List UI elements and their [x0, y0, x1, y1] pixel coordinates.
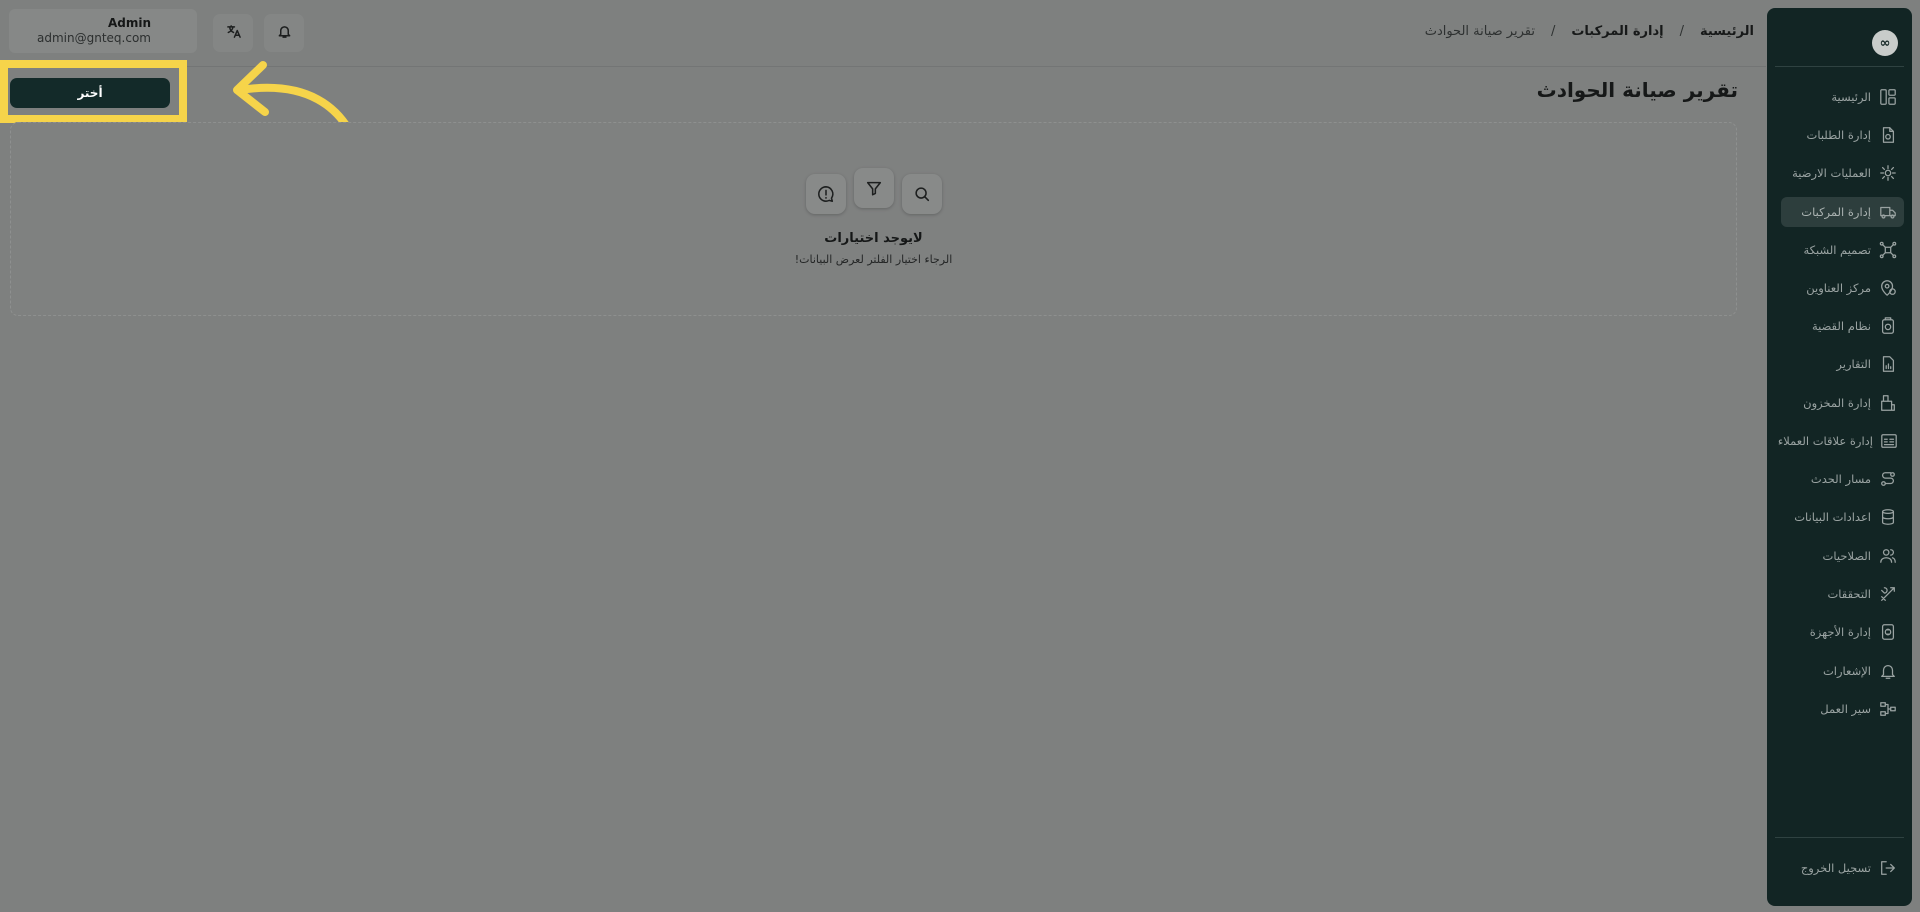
language-button[interactable] [213, 14, 253, 52]
address-pin-icon [1878, 278, 1898, 298]
breadcrumb-separator: / [1550, 24, 1556, 39]
logo-icon[interactable]: ∞ [1872, 30, 1898, 56]
sidebar-item-label: إدارة علاقات العملاء [1777, 434, 1873, 448]
truck-icon [1878, 202, 1898, 222]
sidebar-item-label: تصميم الشبكة [1803, 243, 1871, 257]
sidebar-item-label: اعدادات البيانات [1794, 510, 1871, 524]
sidebar-item-label: الرئيسية [1831, 90, 1871, 104]
breadcrumb: الرئيسية / إدارة المركبات / تقرير صيانة … [1425, 24, 1754, 39]
logout-icon [1878, 858, 1898, 878]
user-menu[interactable]: Admin admin@gnteq.com [9, 9, 197, 53]
inventory-icon [1878, 393, 1898, 413]
sidebar-item-label: العمليات الارضية [1792, 166, 1871, 180]
sidebar-item-label: الصلاحيات [1822, 549, 1871, 563]
sidebar-item-crm[interactable]: إدارة علاقات العملاء [1777, 426, 1904, 456]
sidebar-item-verifications[interactable]: التحققات [1781, 579, 1904, 609]
sidebar-item-label: مسار الحدث [1810, 472, 1871, 486]
sidebar-item-permissions[interactable]: الصلاحيات [1781, 541, 1904, 571]
breadcrumb-separator: / [1679, 24, 1684, 39]
sidebar-divider [1775, 837, 1904, 838]
filter-icon [854, 168, 894, 208]
breadcrumb-vehicles[interactable]: إدارة المركبات [1571, 24, 1663, 39]
message-alert-icon [806, 174, 846, 214]
device-icon [1878, 622, 1898, 642]
sidebar-item-label: إدارة المركبات [1801, 205, 1871, 219]
sidebar-item-devices[interactable]: إدارة الأجهزة [1781, 617, 1904, 647]
sidebar-item-case-system[interactable]: نظام القضية [1781, 311, 1904, 341]
crm-icon [1880, 431, 1898, 451]
sidebar-item-label: إدارة الطلبات [1806, 128, 1872, 142]
case-icon [1878, 316, 1898, 336]
sidebar-item-vehicles[interactable]: إدارة المركبات [1781, 197, 1904, 227]
sidebar-item-label: التقارير [1836, 357, 1871, 371]
sidebar-item-network[interactable]: تصميم الشبكة [1781, 235, 1904, 265]
sidebar-item-label: نظام القضية [1811, 319, 1871, 333]
empty-state-description: الرجاء اختيار الفلتر لعرض البيانات! [794, 253, 953, 266]
sidebar-item-event-path[interactable]: مسار الحدث [1781, 464, 1904, 494]
user-email: admin@gnteq.com [37, 31, 151, 45]
sidebar-item-label: التحققات [1827, 587, 1871, 601]
sidebar-item-label: مركز العناوين [1806, 281, 1871, 295]
search-icon [902, 174, 942, 214]
select-button[interactable]: أختر [10, 78, 170, 108]
sidebar-item-inventory[interactable]: إدارة المخزون [1781, 388, 1904, 418]
tools-icon [1878, 584, 1898, 604]
sidebar-item-label: الإشعارات [1822, 664, 1871, 678]
ground-ops-icon [1878, 163, 1898, 183]
orders-icon [1878, 125, 1898, 145]
breadcrumb-current: تقرير صيانة الحوادث [1424, 24, 1535, 39]
translate-icon [226, 24, 241, 43]
bell-icon [1878, 661, 1898, 681]
empty-state-card: لايوجد اختيارات الرجاء اختيار الفلتر لعر… [10, 122, 1737, 316]
sidebar-item-ground-ops[interactable]: العمليات الارضية [1781, 158, 1904, 188]
workflow-icon [1878, 699, 1898, 719]
sidebar-divider [1775, 66, 1904, 67]
breadcrumb-home[interactable]: الرئيسية [1700, 24, 1754, 39]
notifications-button[interactable] [264, 14, 304, 52]
sidebar-item-notifications[interactable]: الإشعارات [1781, 656, 1904, 686]
sidebar-item-label: إدارة المخزون [1803, 396, 1871, 410]
sidebar-item-orders[interactable]: إدارة الطلبات [1781, 120, 1904, 150]
bell-icon [277, 24, 292, 43]
sidebar-item-home[interactable]: الرئيسية [1781, 82, 1904, 112]
empty-state-title: لايوجد اختيارات [824, 231, 923, 246]
route-icon [1878, 469, 1898, 489]
sidebar: ∞ الرئيسية إدارة الطلبات العمليات الارضي… [1767, 8, 1912, 906]
network-icon [1878, 240, 1898, 260]
database-icon [1878, 507, 1898, 527]
dashboard-icon [1878, 87, 1898, 107]
logout-button[interactable]: تسجيل الخروج [1781, 853, 1904, 883]
page-title: تقرير صيانة الحوادث [1536, 78, 1738, 102]
sidebar-item-label: سير العمل [1820, 702, 1871, 716]
sidebar-item-reports[interactable]: التقارير [1781, 349, 1904, 379]
logout-label: تسجيل الخروج [1800, 861, 1871, 875]
sidebar-item-workflow[interactable]: سير العمل [1781, 694, 1904, 724]
users-icon [1878, 546, 1898, 566]
user-name: Admin [107, 16, 151, 30]
sidebar-item-address-center[interactable]: مركز العناوين [1781, 273, 1904, 303]
sidebar-item-label: إدارة الأجهزة [1809, 625, 1871, 639]
sidebar-item-data-settings[interactable]: اعدادات البيانات [1781, 502, 1904, 532]
report-icon [1878, 354, 1898, 374]
